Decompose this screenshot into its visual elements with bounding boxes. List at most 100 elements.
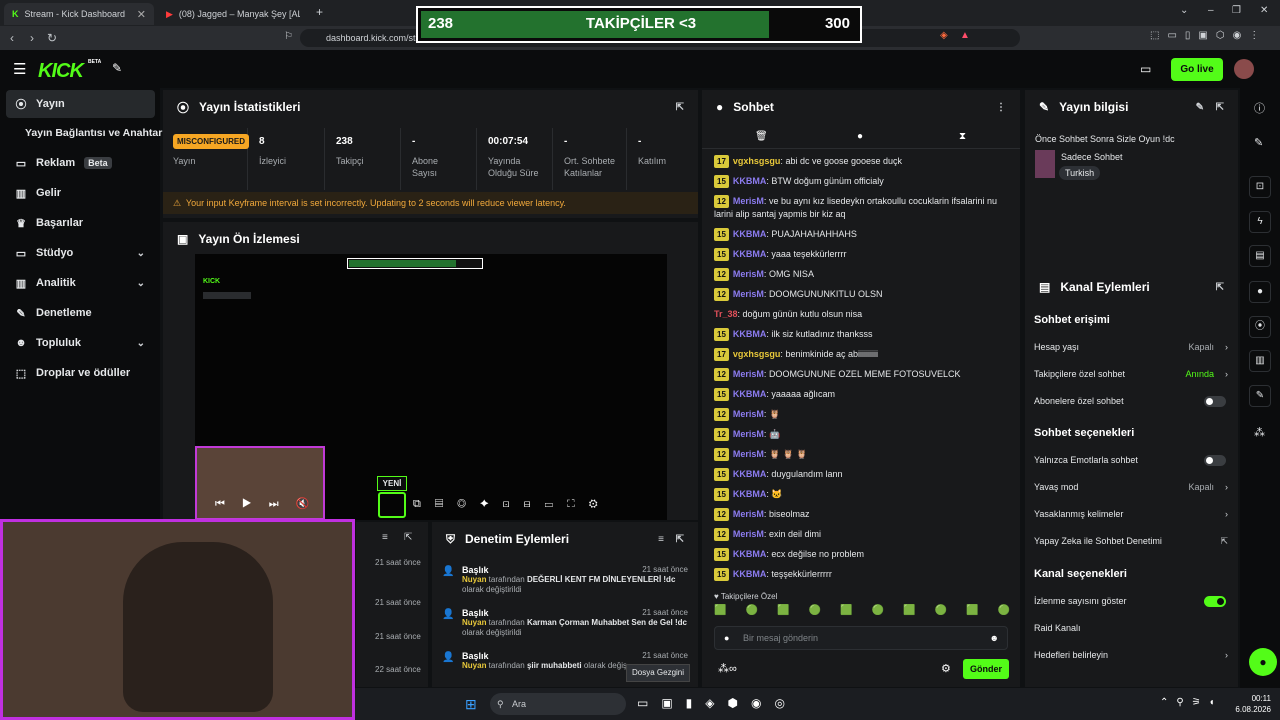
- kick-logo[interactable]: KICK: [38, 60, 84, 83]
- apps-icon[interactable]: ⁂: [1254, 426, 1265, 439]
- chat-username[interactable]: MerisM: [733, 429, 764, 439]
- chat-username[interactable]: KKBMA: [733, 176, 767, 186]
- setting-row[interactable]: İzlenme sayısını göster: [1034, 593, 1230, 609]
- chat-input[interactable]: ● Bir mesaj gönderin ☻: [714, 626, 1008, 650]
- emote-icon[interactable]: 🟩: [840, 605, 852, 621]
- setting-row[interactable]: Hedefleri belirleyin ›: [1034, 647, 1230, 663]
- edit-icon[interactable]: ✎: [1196, 102, 1204, 113]
- gear-icon[interactable]: ⚙: [941, 662, 951, 675]
- emote-icon[interactable]: 🟢: [935, 605, 947, 621]
- hourglass-icon[interactable]: ⧗: [959, 131, 966, 142]
- emote-icon[interactable]: 🟢: [998, 605, 1010, 621]
- popout-icon[interactable]: ⇱: [676, 534, 684, 545]
- filter-icon[interactable]: ≡: [658, 534, 664, 545]
- filter-icon[interactable]: ≡: [382, 532, 388, 543]
- tab-youtube[interactable]: ▶ (08) Jagged – Manyak Şey [ALTER: [158, 3, 308, 25]
- sidebar-item-droplar[interactable]: ⬚ Droplar ve ödüller: [6, 359, 155, 387]
- setting-row[interactable]: Raid Kanalı: [1034, 620, 1230, 636]
- menu-icon[interactable]: ☰: [13, 60, 26, 78]
- pencil-icon[interactable]: ✎: [1254, 136, 1263, 149]
- chat-bubble-icon[interactable]: ●: [857, 131, 863, 142]
- close-window-button[interactable]: ✕: [1260, 5, 1268, 16]
- emote-icon[interactable]: 🟢: [746, 605, 758, 621]
- taskbar-search[interactable]: ⚲ Ara: [490, 693, 626, 715]
- toggle-switch[interactable]: [1204, 455, 1226, 466]
- sidebar-item-denetleme[interactable]: ✎ Denetleme: [6, 299, 155, 327]
- popout-icon[interactable]: ⇱: [676, 102, 684, 113]
- chat-username[interactable]: MerisM: [733, 529, 764, 539]
- chat-username[interactable]: MerisM: [733, 409, 764, 419]
- new-tab-button[interactable]: +: [316, 5, 323, 19]
- wrench-icon[interactable]: ✎: [1249, 385, 1271, 407]
- cast-icon[interactable]: ▭: [1140, 62, 1151, 76]
- emoji-icon[interactable]: ☻: [990, 627, 999, 649]
- emote-icon[interactable]: 🟩: [714, 605, 726, 621]
- avatar[interactable]: [1234, 59, 1254, 79]
- setting-row[interactable]: Yasaklanmış kelimeler ›: [1034, 506, 1230, 522]
- send-button[interactable]: Gönder: [963, 659, 1009, 679]
- chat-username[interactable]: MerisM: [733, 289, 764, 299]
- go-live-button[interactable]: Go live: [1171, 58, 1223, 81]
- setting-row[interactable]: Yavaş mod Kapalı ›: [1034, 479, 1230, 495]
- chat-icon[interactable]: ●: [1249, 281, 1271, 303]
- chat-username[interactable]: MerisM: [733, 269, 764, 279]
- setting-row[interactable]: Yapay Zeka ile Sohbet Denetimi ⇱: [1034, 533, 1230, 549]
- brave-shield-icon[interactable]: ◈: [940, 30, 948, 41]
- sidebar-item-basarilar[interactable]: ♛ Başarılar: [6, 209, 155, 237]
- sidebar-item-topluluk[interactable]: ☻ Topluluk ⌄: [6, 329, 155, 357]
- popout-icon[interactable]: ⇱: [1216, 282, 1224, 293]
- chat-username[interactable]: KKBMA: [733, 469, 767, 479]
- forward-icon[interactable]: ›: [22, 31, 42, 45]
- popout-icon[interactable]: ⇱: [1216, 102, 1224, 113]
- camera-mode-button[interactable]: [378, 492, 406, 518]
- emote-picker-icon[interactable]: ⁂∞: [718, 662, 737, 675]
- close-icon[interactable]: ✕: [137, 8, 146, 21]
- brave-rewards-icon[interactable]: ▲: [960, 30, 970, 41]
- chat-username[interactable]: vgxhsgsgu: [733, 349, 781, 359]
- chat-username[interactable]: KKBMA: [733, 229, 767, 239]
- lightning-icon[interactable]: ϟ: [1249, 211, 1271, 233]
- more-icon[interactable]: ⋮: [996, 102, 1006, 113]
- emote-icon[interactable]: 🟩: [903, 605, 915, 621]
- reload-icon[interactable]: ↻: [42, 31, 62, 45]
- extensions-icons[interactable]: ⬚▭▯▣⬡◉⋮: [1150, 30, 1267, 41]
- chat-username[interactable]: MerisM: [733, 509, 764, 519]
- pinned-apps[interactable]: ▭▣▮◈⬢◉◎: [637, 696, 798, 710]
- bookmark-icon[interactable]: ⚐: [284, 31, 293, 42]
- sidebar-item-gelir[interactable]: ▥ Gelir: [6, 179, 155, 207]
- help-chat-button[interactable]: ●: [1249, 648, 1277, 676]
- chat-username[interactable]: KKBMA: [733, 249, 767, 259]
- tab-list-icon[interactable]: ⌄: [1180, 5, 1188, 16]
- layout-icon[interactable]: ▥: [1249, 350, 1271, 372]
- preview-tools[interactable]: ⧉▤◎✦⊡⊟▭⛶⚙: [413, 498, 612, 511]
- emote-icon[interactable]: 🟢: [809, 605, 821, 621]
- chat-username[interactable]: MerisM: [733, 369, 764, 379]
- toggle-switch[interactable]: [1204, 596, 1226, 607]
- chat-username[interactable]: KKBMA: [733, 489, 767, 499]
- emote-icon[interactable]: 🟢: [872, 605, 884, 621]
- sidebar-item-analitik[interactable]: ▥ Analitik ⌄: [6, 269, 155, 297]
- emote-icon[interactable]: 🟩: [966, 605, 978, 621]
- popout-icon[interactable]: ⇱: [404, 532, 412, 543]
- setting-row[interactable]: Takipçilere özel sohbet Anında ›: [1034, 366, 1230, 382]
- chat-username[interactable]: KKBMA: [733, 569, 767, 579]
- info-icon[interactable]: ⓘ: [1254, 100, 1265, 116]
- chat-username[interactable]: MerisM: [733, 449, 764, 459]
- maximize-button[interactable]: ❐: [1232, 5, 1241, 16]
- chat-username[interactable]: KKBMA: [733, 329, 767, 339]
- toggle-switch[interactable]: [1204, 396, 1226, 407]
- chat-username[interactable]: Tr_38: [714, 309, 738, 319]
- setting-row[interactable]: Hesap yaşı Kapalı ›: [1034, 339, 1230, 355]
- sidebar-item-stream-key[interactable]: Yayın Bağlantısı ve Anahtarı: [6, 119, 165, 147]
- tools-icon[interactable]: ✎: [112, 61, 122, 75]
- back-icon[interactable]: ‹: [2, 31, 22, 45]
- sidebar-item-reklam[interactable]: ▭ Reklam Beta: [6, 149, 155, 177]
- minimize-button[interactable]: –: [1208, 5, 1214, 16]
- setting-row[interactable]: Abonelere özel sohbet: [1034, 393, 1230, 409]
- setting-row[interactable]: Yalnızca Emotlarla sohbet: [1034, 452, 1230, 468]
- broadcast-icon[interactable]: ⦿: [1249, 316, 1271, 338]
- chat-username[interactable]: vgxhsgsgu: [733, 156, 781, 166]
- chat-username[interactable]: KKBMA: [733, 389, 767, 399]
- chat-username[interactable]: KKBMA: [733, 549, 767, 559]
- tray-icons[interactable]: ⌃⚲⚞◖: [1160, 697, 1223, 708]
